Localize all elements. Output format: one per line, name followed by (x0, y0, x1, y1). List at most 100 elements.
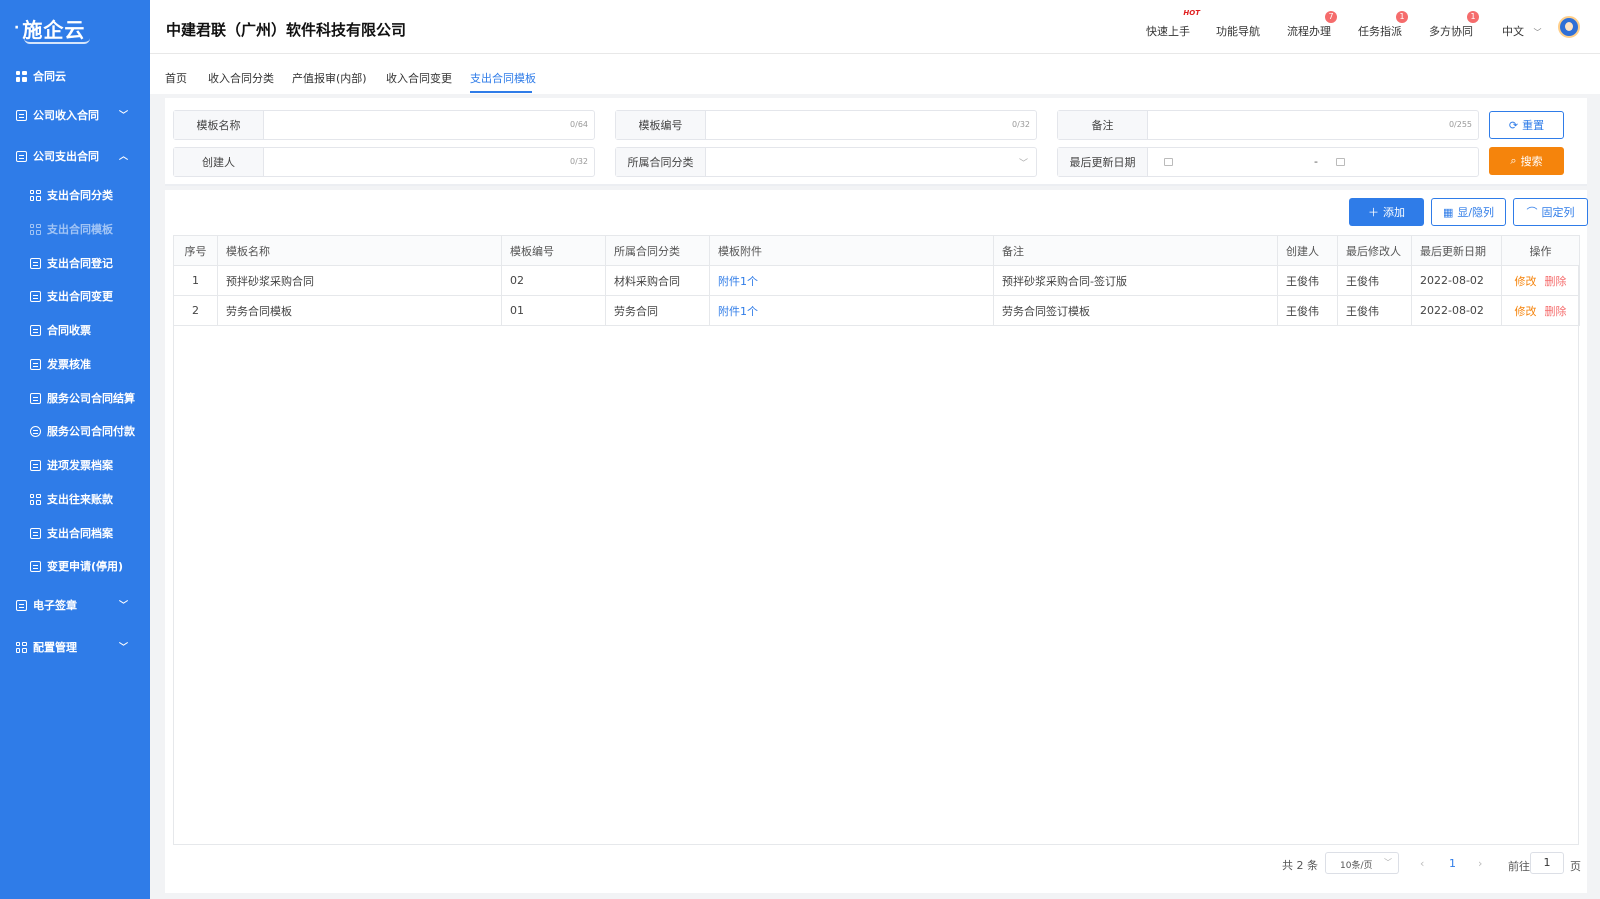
fix-columns-button[interactable]: ⌒ 固定列 (1513, 198, 1588, 226)
sidebar-item-payment[interactable]: 服务公司合同付款 (0, 416, 150, 446)
reset-button[interactable]: ⟳ 重置 (1489, 111, 1564, 139)
sidebar-item-income-contract[interactable]: 公司收入合同 ﹀ (0, 100, 150, 130)
next-page-icon[interactable]: › (1478, 857, 1482, 870)
payment-icon (29, 425, 41, 437)
goto-label: 前往 (1508, 860, 1530, 873)
sidebar-item-label: 支出合同模板 (47, 223, 113, 236)
logo[interactable]: · 施企云 (0, 0, 150, 56)
sidebar-item-label: 支出往来账款 (47, 493, 113, 506)
remark-field[interactable]: 备注 0/255 (1057, 110, 1479, 140)
sidebar-item-expense-register[interactable]: 支出合同登记 (0, 248, 150, 278)
field-label: 最后更新日期 (1058, 148, 1148, 176)
page-number-current[interactable]: 1 (1449, 857, 1456, 870)
nav-collaboration[interactable]: 多方协同 1 (1429, 11, 1479, 39)
grid-icon (15, 641, 27, 653)
prev-page-icon[interactable]: ‹ (1420, 857, 1424, 870)
creator-field[interactable]: 创建人 0/32 (173, 147, 595, 177)
tab-income-category[interactable]: 收入合同分类 (208, 70, 274, 86)
char-counter: 0/255 (1448, 120, 1472, 129)
delete-button[interactable]: 删除 (1545, 275, 1567, 288)
tab-home[interactable]: 首页 (165, 70, 187, 86)
page-size-select[interactable]: 10条/页 ﹀ (1325, 852, 1399, 874)
goto-page-input[interactable]: 1 (1530, 852, 1564, 874)
language-selector[interactable]: 中文 ﹀ (1502, 23, 1542, 39)
chevron-up-icon: ︿ (118, 152, 128, 162)
sidebar-item-label: 合同收票 (47, 324, 91, 337)
sidebar-item-change-request[interactable]: 变更申请(停用) (0, 551, 150, 581)
chevron-down-icon: ﹀ (1533, 28, 1542, 37)
nav-label: 快速上手 (1146, 25, 1190, 38)
actions-cell: 修改 删除 (1501, 295, 1580, 326)
search-icon: ⌕ (1510, 154, 1517, 167)
sidebar-item-settlement[interactable]: 服务公司合同结算 (0, 383, 150, 413)
template-name-field[interactable]: 模板名称 0/64 (173, 110, 595, 140)
chevron-down-icon: ﹀ (1018, 159, 1028, 169)
row-number: 1 (173, 265, 218, 296)
fix-columns-label: 固定列 (1541, 206, 1575, 219)
chevron-down-icon: ﹀ (1384, 858, 1392, 867)
sidebar-item-expense-change[interactable]: 支出合同变更 (0, 281, 150, 311)
search-panel: 模板名称 0/64 模板编号 0/32 备注 0/255 创建人 0/32 所属… (165, 98, 1587, 186)
register-icon (29, 257, 41, 269)
sidebar-item-expense-archive[interactable]: 支出合同档案 (0, 518, 150, 548)
remark-input[interactable]: 0/255 (1148, 111, 1478, 139)
sidebar-item-label: 公司收入合同 (33, 109, 99, 122)
delete-button[interactable]: 删除 (1545, 305, 1567, 318)
attachment-link[interactable]: 附件1个 (718, 275, 758, 288)
tab-income-change[interactable]: 收入合同变更 (386, 70, 452, 86)
template-code-cell: 01 (501, 295, 606, 326)
invoice-icon (29, 358, 41, 370)
nav-task-assignment[interactable]: 任务指派 1 (1358, 11, 1408, 39)
chevron-down-icon: ﹀ (118, 601, 128, 611)
request-icon (29, 560, 41, 572)
language-label: 中文 (1502, 25, 1524, 38)
date-range-input[interactable]: - (1148, 148, 1478, 176)
receipt-icon (29, 324, 41, 336)
tab-output-review[interactable]: 产值报审(内部) (292, 70, 367, 86)
edit-button[interactable]: 修改 (1515, 275, 1537, 288)
sidebar-item-invoice-approval[interactable]: 发票核准 (0, 349, 150, 379)
contract-category-select[interactable]: ﹀ (706, 148, 1036, 176)
contract-category-field[interactable]: 所属合同分类 ﹀ (615, 147, 1037, 177)
sidebar-item-receipt[interactable]: 合同收票 (0, 315, 150, 345)
sidebar: · 施企云 合同云 公司收入合同 ﹀ 公司支出合同 ︿ 支出合同分类 支出合同模板… (0, 0, 150, 899)
count-badge: 1 (1467, 11, 1479, 23)
edit-button[interactable]: 修改 (1515, 305, 1537, 318)
count-badge: 7 (1325, 11, 1337, 23)
tab-expense-template[interactable]: 支出合同模板 (470, 70, 536, 86)
sidebar-item-accounts[interactable]: 支出往来账款 (0, 484, 150, 514)
field-label: 备注 (1058, 111, 1148, 139)
sidebar-item-config[interactable]: 配置管理 ﹀ (0, 632, 150, 662)
column-header: 备注 (993, 235, 1278, 266)
sidebar-item-e-signature[interactable]: 电子签章 ﹀ (0, 590, 150, 620)
attachment-link[interactable]: 附件1个 (718, 305, 758, 318)
add-button[interactable]: ＋ 添加 (1349, 198, 1424, 226)
template-name-input[interactable]: 0/64 (264, 111, 594, 139)
clear-icon: ⟳ (1508, 118, 1519, 132)
sidebar-item-input-invoice-archive[interactable]: 进项发票档案 (0, 450, 150, 480)
page-size-value: 10条/页 (1340, 861, 1373, 871)
field-label: 模板名称 (174, 111, 264, 139)
nav-process-handling[interactable]: 流程办理 7 (1287, 11, 1337, 39)
row-number: 2 (173, 295, 218, 326)
toggle-columns-button[interactable]: ▦ 显/隐列 (1431, 198, 1506, 226)
nav-function-navigation[interactable]: 功能导航 (1216, 23, 1260, 39)
char-counter: 0/64 (570, 120, 588, 129)
last-update-date-field[interactable]: 最后更新日期 - (1057, 147, 1479, 177)
sidebar-item-expense-template[interactable]: 支出合同模板 (0, 214, 150, 244)
avatar[interactable] (1558, 16, 1580, 38)
sidebar-item-label: 公司支出合同 (33, 150, 99, 163)
sidebar-item-expense-contract[interactable]: 公司支出合同 ︿ (0, 141, 150, 171)
template-code-input[interactable]: 0/32 (706, 111, 1036, 139)
settlement-icon (29, 392, 41, 404)
creator-input[interactable]: 0/32 (264, 148, 594, 176)
template-code-field[interactable]: 模板编号 0/32 (615, 110, 1037, 140)
sidebar-item-contract-cloud[interactable]: 合同云 (0, 61, 150, 91)
attachment-cell: 附件1个 (709, 295, 994, 326)
sidebar-item-expense-category[interactable]: 支出合同分类 (0, 180, 150, 210)
sidebar-item-label: 配置管理 (33, 641, 77, 654)
nav-quick-start[interactable]: 快速上手 HOT (1146, 9, 1200, 39)
search-button[interactable]: ⌕ 搜索 (1489, 147, 1564, 175)
sidebar-item-label: 发票核准 (47, 358, 91, 371)
sidebar-item-label: 支出合同分类 (47, 189, 113, 202)
